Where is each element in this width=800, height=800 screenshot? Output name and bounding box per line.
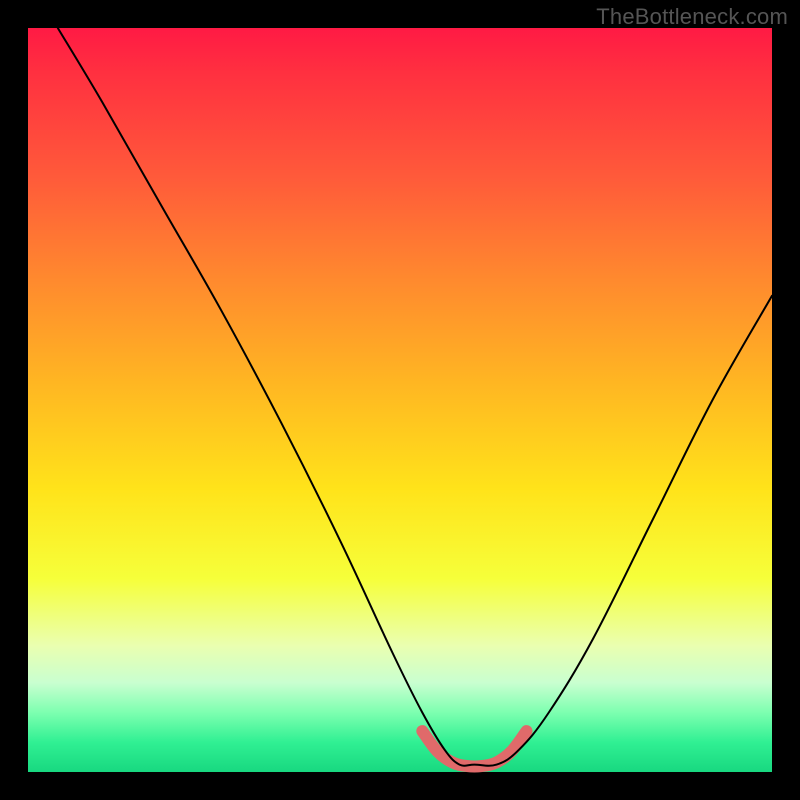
watermark-text: TheBottleneck.com bbox=[596, 4, 788, 30]
bottleneck-curve-svg bbox=[28, 28, 772, 772]
chart-frame: TheBottleneck.com bbox=[0, 0, 800, 800]
sweet-spot-highlight bbox=[422, 731, 526, 766]
bottleneck-curve bbox=[58, 28, 772, 766]
